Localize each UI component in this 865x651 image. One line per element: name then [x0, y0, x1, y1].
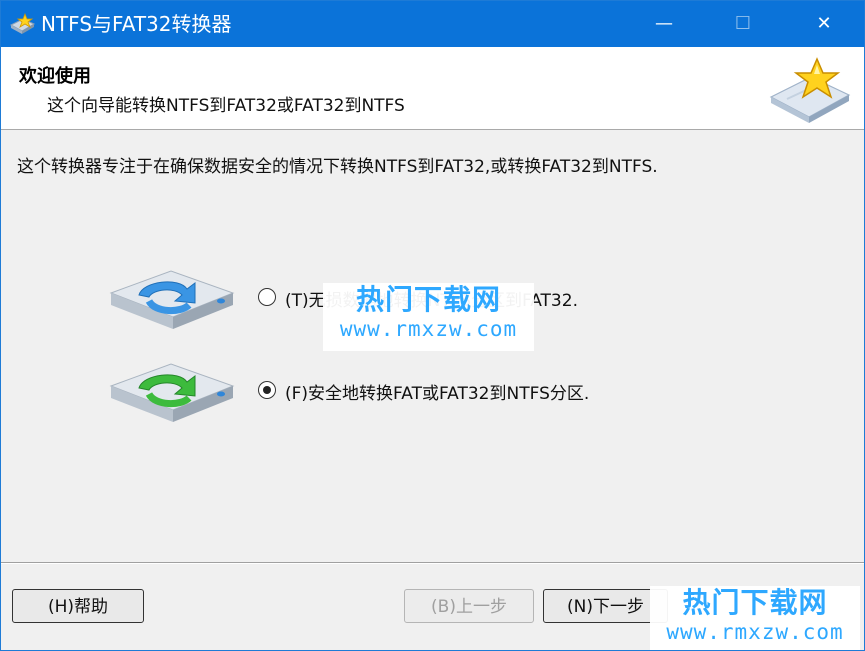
- header-subtitle: 这个向导能转换NTFS到FAT32或FAT32到NTFS: [47, 96, 405, 116]
- help-button[interactable]: (H)帮助: [12, 589, 144, 623]
- footer-separator: [1, 562, 864, 564]
- back-button[interactable]: (B)上一步: [404, 589, 534, 623]
- watermark-text-corner: 热门下载网: [682, 586, 828, 619]
- description-text: 这个转换器专注于在确保数据安全的情况下转换NTFS到FAT32,或转换FAT32…: [17, 157, 658, 177]
- watermark-overlay-corner: 热门下载网 www.rmxzw.com: [650, 586, 860, 650]
- wizard-window: NTFS与FAT32转换器 — ☐ ✕ 欢迎使用 这个向导能转换NTFS到FAT…: [0, 0, 865, 651]
- watermark-text: 热门下载网: [355, 283, 501, 316]
- option-fat-to-ntfs[interactable]: (F)安全地转换FAT或FAT32到NTFS分区.: [1, 356, 864, 426]
- disk-blue-arrow-icon: [109, 270, 235, 329]
- watermark-url: www.rmxzw.com: [339, 317, 518, 341]
- radio-selected-dot: [263, 386, 271, 394]
- minimize-button[interactable]: —: [641, 1, 687, 47]
- radio-ntfs-to-fat32[interactable]: [258, 288, 276, 306]
- app-star-icon: [9, 13, 35, 34]
- watermark-url-corner: www.rmxzw.com: [666, 620, 844, 644]
- watermark-overlay: 热门下载网 www.rmxzw.com: [323, 283, 534, 351]
- wizard-header: 欢迎使用 这个向导能转换NTFS到FAT32或FAT32到NTFS: [1, 47, 864, 130]
- disk-green-arrow-icon: [109, 363, 235, 422]
- window-title: NTFS与FAT32转换器: [41, 12, 232, 36]
- title-bar[interactable]: NTFS与FAT32转换器 — ☐ ✕: [1, 1, 864, 47]
- wizard-star-icon: [769, 57, 851, 123]
- option-fat-to-ntfs-label: (F)安全地转换FAT或FAT32到NTFS分区.: [285, 384, 590, 404]
- radio-fat-to-ntfs[interactable]: [258, 381, 276, 399]
- maximize-button[interactable]: ☐: [720, 1, 766, 47]
- close-button[interactable]: ✕: [801, 1, 847, 47]
- header-title: 欢迎使用: [19, 66, 91, 87]
